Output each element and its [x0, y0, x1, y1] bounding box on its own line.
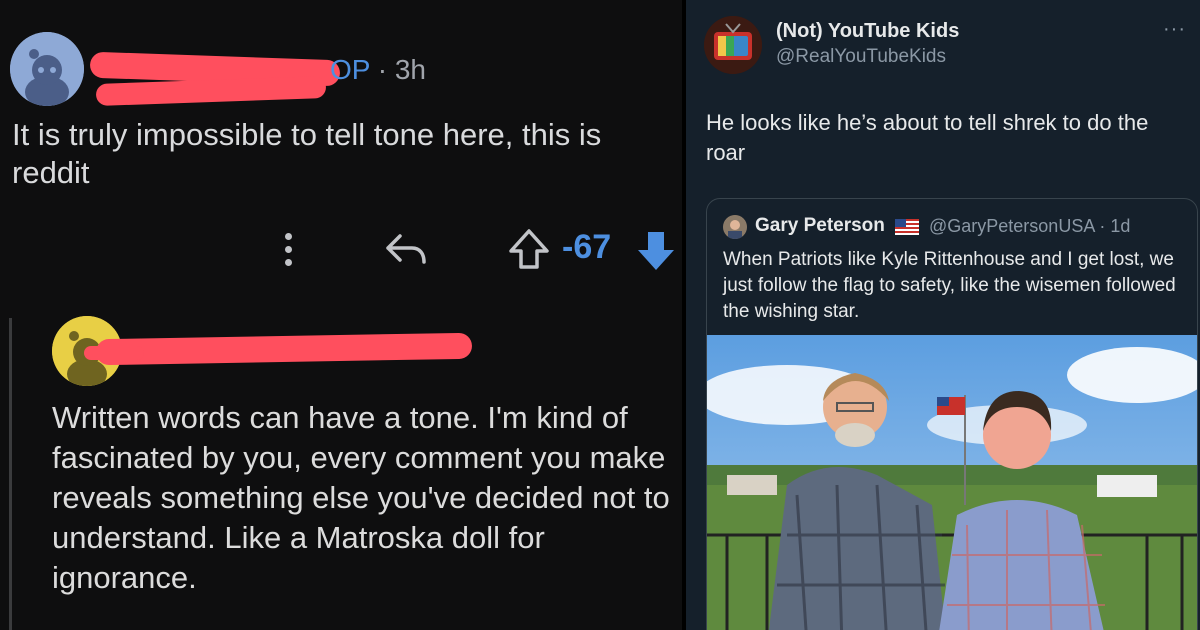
- quoted-avatar[interactable]: [723, 215, 747, 239]
- vote-score: -67: [562, 228, 612, 266]
- quoted-tweet[interactable]: Gary Peterson @GaryPetersonUSA · 1d When…: [706, 198, 1198, 630]
- quoted-text: When Patriots like Kyle Rittenhouse and …: [723, 249, 1176, 322]
- op-badge: OP: [330, 54, 370, 85]
- op-meta: OP · 3h: [330, 54, 426, 86]
- comment-time: 3h: [394, 54, 426, 85]
- reply-icon[interactable]: [382, 226, 428, 272]
- op-avatar[interactable]: [10, 32, 84, 106]
- op-comment-text: It is truly impossible to tell tone here…: [12, 117, 602, 190]
- separator-dot: ·: [377, 54, 395, 85]
- redaction-scribble: [84, 346, 144, 360]
- quoted-handle[interactable]: @GaryPetersonUSA · 1d: [929, 216, 1130, 237]
- us-flag-icon: [895, 219, 919, 235]
- thread-line[interactable]: [9, 318, 12, 630]
- tweet-panel: (Not) YouTube Kids @RealYouTubeKids ··· …: [686, 0, 1200, 630]
- comment-actions: -67: [0, 226, 682, 276]
- tweet-text: He looks like he’s about to tell shrek t…: [706, 110, 1149, 165]
- redaction-scribble: [95, 75, 327, 107]
- quoted-photo[interactable]: [707, 335, 1197, 630]
- upvote-icon[interactable]: [506, 226, 552, 272]
- more-icon[interactable]: ···: [1163, 18, 1186, 41]
- user-handle[interactable]: @RealYouTubeKids: [776, 46, 946, 68]
- quoted-display-name[interactable]: Gary Peterson: [755, 215, 885, 237]
- reply-comment-text: Written words can have a tone. I'm kind …: [52, 400, 670, 595]
- more-options-icon[interactable]: [284, 230, 292, 270]
- profile-avatar[interactable]: [704, 16, 762, 74]
- redacted-username-reply: [95, 332, 473, 366]
- downvote-icon[interactable]: [636, 228, 676, 272]
- reddit-panel: OP · 3h It is truly impossible to tell t…: [0, 0, 682, 630]
- display-name[interactable]: (Not) YouTube Kids: [776, 20, 959, 43]
